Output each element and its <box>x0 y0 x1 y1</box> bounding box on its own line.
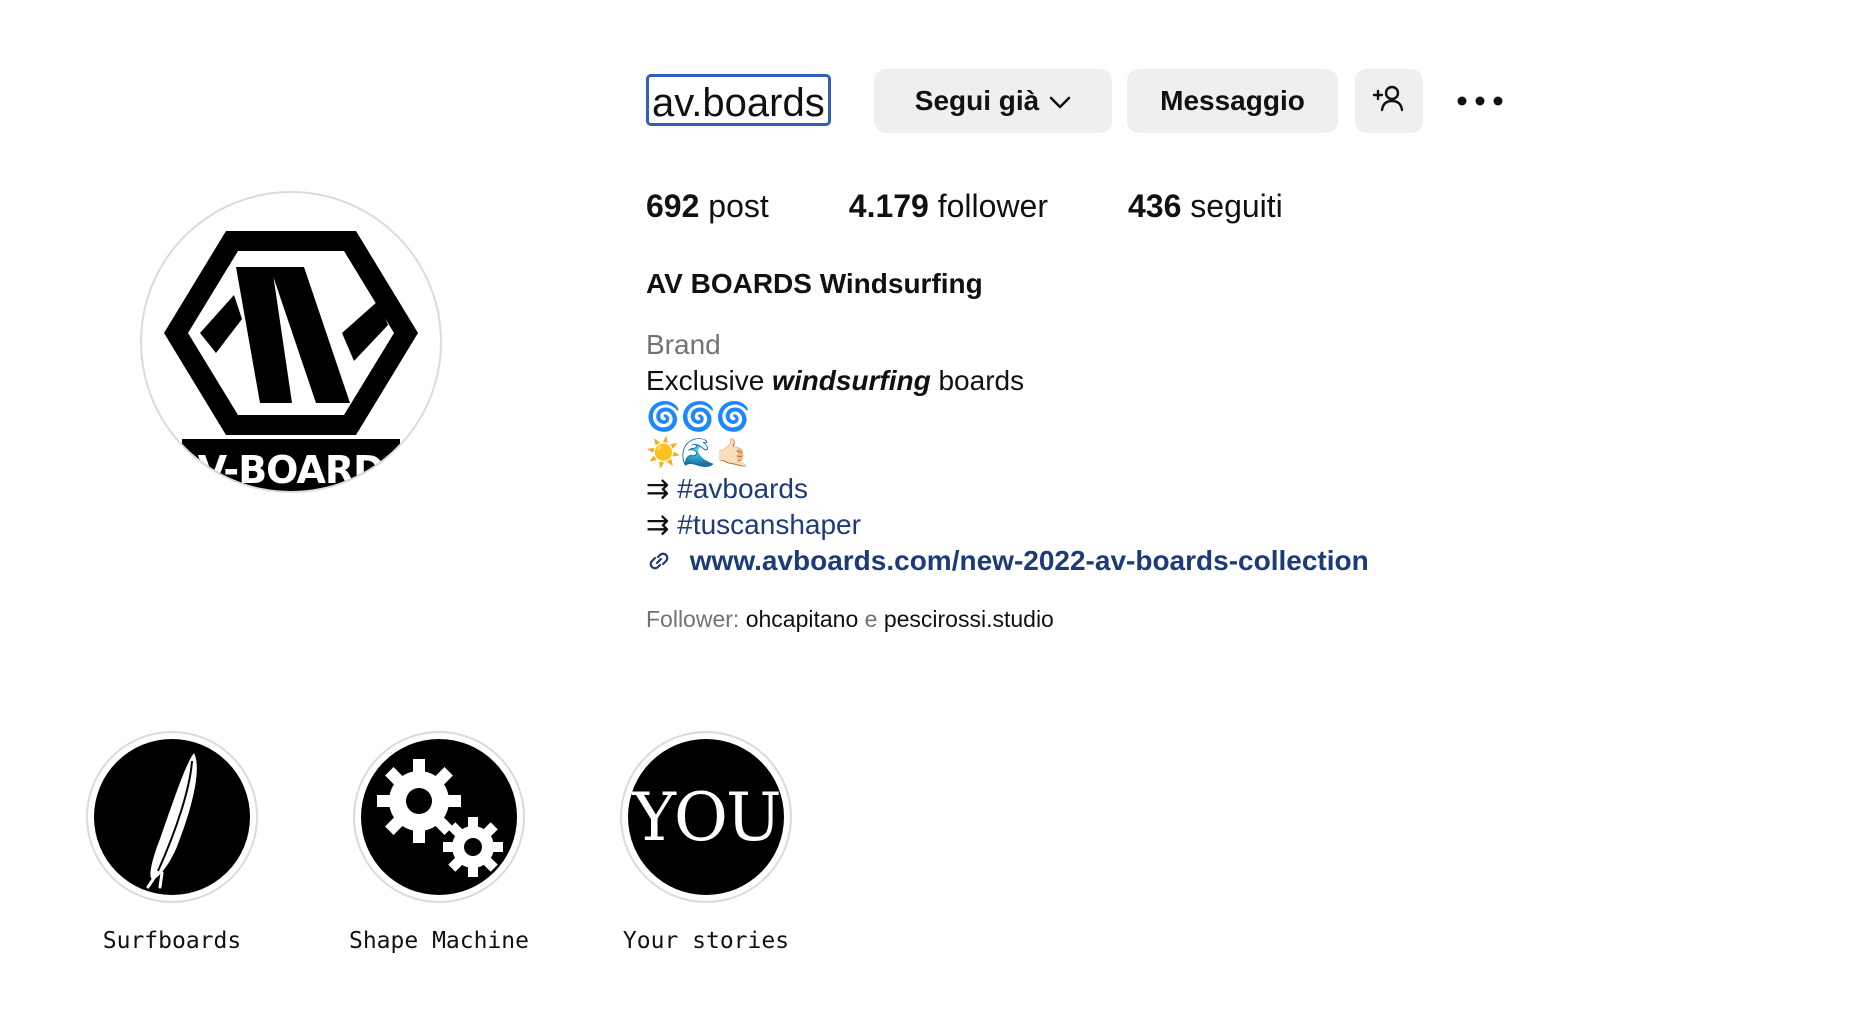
highlight-your-stories[interactable]: YOU <box>620 731 792 903</box>
chevron-down-icon <box>1049 85 1071 117</box>
highlight-label: Your stories <box>622 928 790 954</box>
profile-full-name: AV BOARDS Windsurfing <box>646 268 983 299</box>
posts-count-value: 692 <box>646 188 700 224</box>
av-boards-logo: AV-BOARDS <box>164 231 418 491</box>
profile-avatar[interactable]: AV-BOARDS <box>140 191 442 493</box>
surfboard-icon <box>146 753 197 889</box>
followed-by-label: Follower: <box>646 606 740 632</box>
suggested-accounts-button[interactable] <box>1355 69 1423 133</box>
username-heading[interactable]: av.boards <box>646 74 831 126</box>
posts-count: 692 post <box>646 188 769 225</box>
hashtag-avboards[interactable]: #avboards <box>677 473 808 504</box>
profile-stats: 692 post 4.179 follower 436 seguiti <box>646 188 1283 225</box>
link-icon <box>646 545 690 576</box>
posts-count-label: post <box>708 188 769 224</box>
bio-hashtag-line-2: ⇉ #tuscanshaper <box>646 507 1369 543</box>
following-count-label: seguiti <box>1190 188 1283 224</box>
highlight-label: Surfboards <box>102 928 242 954</box>
bio-emoji-line-1: 🌀🌀🌀 <box>646 401 751 432</box>
followers-count[interactable]: 4.179 follower <box>849 188 1048 225</box>
follower-name-2[interactable]: pescirossi.studio <box>884 606 1054 632</box>
following-count-value: 436 <box>1128 188 1182 224</box>
bio-emphasis: windsurfing <box>772 365 931 396</box>
bio-prefix: Exclusive <box>646 365 765 396</box>
highlight-surfboards[interactable] <box>86 731 258 903</box>
followers-count-label: follower <box>937 188 1048 224</box>
followers-count-value: 4.179 <box>848 188 929 224</box>
hashtag-tuscanshaper[interactable]: #tuscanshaper <box>677 509 861 540</box>
bio-suffix: boards <box>938 365 1025 396</box>
avatar-logo-text: AV-BOARDS <box>172 448 410 491</box>
highlight-cover-text: YOU <box>632 778 781 856</box>
followed-by: Follower: ohcapitano e pescirossi.studio <box>646 606 1054 633</box>
following-button-label: Segui già <box>914 85 1040 116</box>
following-count[interactable]: 436 seguiti <box>1128 188 1283 225</box>
arrow-icon: ⇉ <box>646 473 670 504</box>
gears-icon <box>377 759 503 877</box>
profile-bio: Brand Exclusive windsurfing boards 🌀🌀🌀 ☀… <box>646 327 1369 579</box>
highlight-shape-machine[interactable] <box>353 731 525 903</box>
website-link[interactable]: www.avboards.com/new-2022-av-boards-coll… <box>690 545 1369 576</box>
followed-by-joiner: e <box>864 606 878 632</box>
follower-name-1[interactable]: ohcapitano <box>746 606 859 632</box>
website-row: www.avboards.com/new-2022-av-boards-coll… <box>646 543 1369 579</box>
message-button-label: Messaggio <box>1160 85 1305 116</box>
bio-hashtag-line-1: ⇉ #avboards <box>646 471 1369 507</box>
bio-line: Exclusive windsurfing boards <box>646 363 1369 399</box>
add-person-icon <box>1372 83 1406 120</box>
following-button[interactable]: Segui già <box>874 69 1112 133</box>
bio-emoji-line-2: ☀️🌊🤙🏻 <box>646 437 751 468</box>
profile-category: Brand <box>646 329 721 360</box>
message-button[interactable]: Messaggio <box>1127 69 1338 133</box>
more-options-icon[interactable] <box>1455 85 1505 117</box>
arrow-icon: ⇉ <box>646 509 670 540</box>
highlight-label: Shape Machine <box>348 928 529 954</box>
